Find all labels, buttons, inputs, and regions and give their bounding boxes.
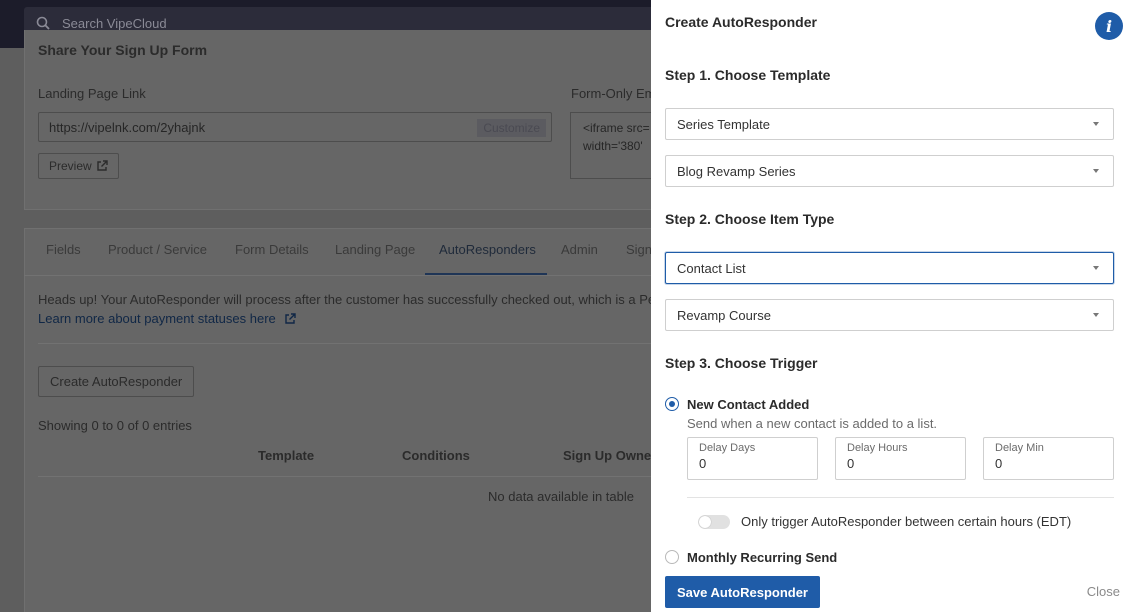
tab-form-details[interactable]: Form Details bbox=[235, 242, 309, 257]
item-type-select[interactable]: Contact List bbox=[665, 252, 1114, 284]
delay-days-label: Delay Days bbox=[699, 442, 756, 454]
delay-hours-input[interactable]: 0 bbox=[847, 456, 954, 471]
close-button[interactable]: Close bbox=[1087, 584, 1120, 599]
divider bbox=[38, 343, 658, 344]
embed-label: Form-Only Em bbox=[571, 86, 656, 101]
active-tab-indicator bbox=[425, 273, 547, 275]
delay-days-input[interactable]: 0 bbox=[699, 456, 806, 471]
table-divider bbox=[38, 476, 658, 477]
tab-admin[interactable]: Admin bbox=[561, 242, 598, 257]
column-header-template[interactable]: Template bbox=[258, 448, 314, 463]
trigger-new-contact-description: Send when a new contact is added to a li… bbox=[687, 416, 938, 431]
scroll-clip: Monthly Recurring Send bbox=[651, 540, 1128, 568]
delay-days-field[interactable]: Delay Days 0 bbox=[687, 437, 818, 480]
trigger-new-contact-label[interactable]: New Contact Added bbox=[687, 397, 809, 412]
template-select[interactable]: Blog Revamp Series bbox=[665, 155, 1114, 187]
entries-count: Showing 0 to 0 of 0 entries bbox=[38, 418, 192, 433]
tab-signup[interactable]: Sign bbox=[626, 242, 652, 257]
chevron-down-icon bbox=[1093, 266, 1099, 270]
column-header-conditions[interactable]: Conditions bbox=[402, 448, 470, 463]
external-link-icon bbox=[285, 312, 296, 324]
create-autoresponder-panel: Create AutoResponder i Step 1. Choose Te… bbox=[651, 0, 1128, 612]
landing-page-link-field[interactable]: https://vipelnk.com/2yhajnk Customize bbox=[38, 112, 552, 142]
customize-button[interactable]: Customize bbox=[477, 119, 546, 137]
search-placeholder: Search VipeCloud bbox=[62, 15, 167, 31]
delay-min-label: Delay Min bbox=[995, 442, 1044, 454]
learn-more-link[interactable]: Learn more about payment statuses here bbox=[38, 311, 296, 326]
tab-autoresponders[interactable]: AutoResponders bbox=[439, 242, 536, 257]
step-1-heading: Step 1. Choose Template bbox=[665, 67, 831, 83]
trigger-monthly-label[interactable]: Monthly Recurring Send bbox=[687, 550, 837, 565]
headsup-notice: Heads up! Your AutoResponder will proces… bbox=[38, 292, 663, 307]
hours-restriction-label: Only trigger AutoResponder between certa… bbox=[741, 514, 1072, 529]
search-icon bbox=[36, 16, 50, 30]
item-select[interactable]: Revamp Course bbox=[665, 299, 1114, 331]
template-value: Blog Revamp Series bbox=[677, 163, 796, 179]
empty-table-message: No data available in table bbox=[488, 489, 634, 504]
chevron-down-icon bbox=[1093, 313, 1099, 317]
divider bbox=[687, 497, 1114, 498]
preview-label: Preview bbox=[49, 159, 92, 173]
template-type-value: Series Template bbox=[677, 116, 770, 132]
tab-fields[interactable]: Fields bbox=[46, 242, 81, 257]
item-value: Revamp Course bbox=[677, 307, 771, 323]
column-header-sign-up-owner[interactable]: Sign Up Owner bbox=[563, 448, 656, 463]
panel-footer: Save AutoResponder Close bbox=[651, 568, 1128, 612]
share-title: Share Your Sign Up Form bbox=[38, 42, 208, 58]
landing-page-url: https://vipelnk.com/2yhajnk bbox=[49, 119, 206, 135]
landing-page-label: Landing Page Link bbox=[38, 86, 146, 101]
external-link-icon bbox=[96, 160, 108, 171]
delay-min-input[interactable]: 0 bbox=[995, 456, 1102, 471]
chevron-down-icon bbox=[1093, 169, 1099, 173]
info-icon[interactable]: i bbox=[1095, 12, 1123, 40]
step-3-heading: Step 3. Choose Trigger bbox=[665, 355, 818, 371]
embed-line-1: <iframe src= bbox=[583, 121, 650, 135]
learn-more-label: Learn more about payment statuses here bbox=[38, 311, 276, 326]
save-autoresponder-button[interactable]: Save AutoResponder bbox=[665, 576, 820, 608]
preview-button[interactable]: Preview bbox=[38, 153, 119, 179]
create-autoresponder-button[interactable]: Create AutoResponder bbox=[38, 366, 195, 397]
delay-hours-field[interactable]: Delay Hours 0 bbox=[835, 437, 966, 480]
item-type-value: Contact List bbox=[677, 260, 746, 276]
chevron-down-icon bbox=[1093, 122, 1099, 126]
tab-product-service[interactable]: Product / Service bbox=[108, 242, 207, 257]
tab-landing-page[interactable]: Landing Page bbox=[335, 242, 415, 257]
hours-restriction-toggle[interactable] bbox=[698, 515, 730, 529]
step-2-heading: Step 2. Choose Item Type bbox=[665, 211, 835, 227]
delay-min-field[interactable]: Delay Min 0 bbox=[983, 437, 1114, 480]
trigger-monthly-radio[interactable] bbox=[665, 550, 679, 564]
panel-title: Create AutoResponder bbox=[665, 14, 817, 30]
trigger-new-contact-radio[interactable] bbox=[665, 397, 679, 411]
delay-hours-label: Delay Hours bbox=[847, 442, 908, 454]
template-type-select[interactable]: Series Template bbox=[665, 108, 1114, 140]
embed-line-2: width='380' bbox=[583, 139, 643, 153]
